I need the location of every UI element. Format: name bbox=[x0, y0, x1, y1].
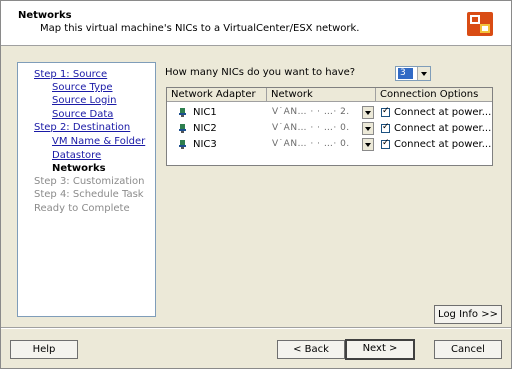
help-button[interactable]: Help bbox=[10, 340, 78, 359]
connect-option-label: Connect at power... bbox=[394, 107, 492, 118]
back-button[interactable]: < Back bbox=[277, 340, 345, 359]
step-schedule-task: Step 4: Schedule Task bbox=[34, 189, 144, 200]
network-value: V˙AN… · · …· 0. bbox=[272, 122, 364, 135]
step-ready-to-complete: Ready to Complete bbox=[34, 203, 130, 214]
cancel-button[interactable]: Cancel bbox=[434, 340, 502, 359]
chevron-down-icon[interactable] bbox=[362, 138, 374, 151]
step-destination-link[interactable]: Step 2: Destination bbox=[34, 122, 130, 133]
step-source-link[interactable]: Step 1: Source bbox=[34, 69, 107, 80]
source-type-link[interactable]: Source Type bbox=[52, 82, 113, 93]
networks-current-step: Networks bbox=[52, 163, 106, 174]
network-adapter-icon bbox=[179, 108, 186, 117]
nic-table: Network Adapter Network Connection Optio… bbox=[166, 87, 493, 166]
connect-option-label: Connect at power... bbox=[394, 123, 492, 134]
page-subtitle: Map this virtual machine's NICs to a Vir… bbox=[40, 23, 360, 34]
network-adapter-icon bbox=[179, 124, 186, 133]
vm-name-folder-link[interactable]: VM Name & Folder bbox=[52, 136, 145, 147]
steps-sidebar: Step 1: Source Source Type Source Login … bbox=[17, 62, 156, 317]
connect-checkbox[interactable]: ✓ bbox=[381, 106, 390, 117]
column-header-adapter[interactable]: Network Adapter bbox=[167, 88, 267, 102]
nic-name: NIC3 bbox=[193, 139, 217, 150]
connect-checkbox[interactable]: ✓ bbox=[381, 138, 390, 149]
footer-divider bbox=[1, 327, 511, 329]
connect-checkbox[interactable]: ✓ bbox=[381, 122, 390, 133]
nic-count-label: How many NICs do you want to have? bbox=[165, 67, 356, 78]
network-value: V˙AN… · · …· 2. bbox=[272, 106, 364, 119]
connect-option-label: Connect at power... bbox=[394, 139, 492, 150]
nic-name: NIC1 bbox=[193, 107, 217, 118]
vmware-converter-icon bbox=[467, 12, 493, 36]
nic-name: NIC2 bbox=[193, 123, 217, 134]
page-title: Networks bbox=[18, 10, 72, 21]
nic-count-select[interactable]: 3 bbox=[395, 66, 431, 81]
network-adapter-icon bbox=[179, 140, 186, 149]
next-button[interactable]: Next > bbox=[345, 339, 415, 360]
nic-count-value: 3 bbox=[398, 68, 413, 79]
source-login-link[interactable]: Source Login bbox=[52, 95, 117, 106]
column-header-options[interactable]: Connection Options bbox=[376, 88, 492, 102]
log-info-button[interactable]: Log Info >> bbox=[434, 305, 502, 324]
chevron-down-icon[interactable] bbox=[362, 106, 374, 119]
chevron-down-icon[interactable] bbox=[362, 122, 374, 135]
datastore-link[interactable]: Datastore bbox=[52, 150, 101, 161]
column-header-network[interactable]: Network bbox=[267, 88, 376, 102]
network-value: V˙AN… · · …· 0. bbox=[272, 138, 364, 151]
step-customization: Step 3: Customization bbox=[34, 176, 145, 187]
wizard-header: Networks Map this virtual machine's NICs… bbox=[1, 1, 511, 46]
source-data-link[interactable]: Source Data bbox=[52, 109, 113, 120]
chevron-down-icon[interactable] bbox=[417, 67, 430, 80]
